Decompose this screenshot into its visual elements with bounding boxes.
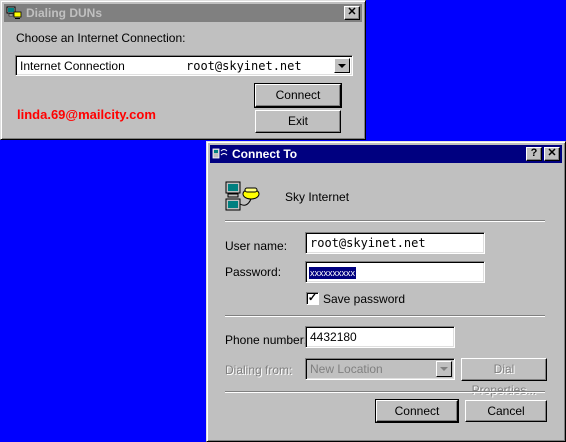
- connect-button[interactable]: Connect: [375, 399, 459, 423]
- dropdown-button[interactable]: [334, 58, 350, 73]
- close-icon: ✕: [547, 147, 557, 159]
- dial-properties-button[interactable]: Dial Properties...: [461, 358, 547, 397]
- connection-prompt: Choose an Internet Connection:: [16, 31, 186, 45]
- dialing-from-select[interactable]: New Location: [305, 358, 455, 380]
- exit-label: Exit: [287, 114, 308, 128]
- dialing-duns-titlebar[interactable]: Dialing DUNs ✕: [4, 4, 362, 22]
- email-address: linda.69@mailcity.com: [17, 107, 156, 122]
- window-title: Dialing DUNs: [26, 6, 103, 20]
- exit-button[interactable]: Exit: [255, 110, 341, 133]
- dialog-title: Connect To: [232, 147, 298, 161]
- dialing-from-label: Dialing from:: [225, 363, 293, 377]
- connect-to-dialog: Connect To ? ✕ Sky Internet User name: r…: [206, 141, 566, 442]
- username-label: User name:: [225, 239, 288, 253]
- password-field[interactable]: xxxxxxxxxx: [305, 261, 485, 283]
- help-icon: ?: [530, 147, 538, 159]
- close-button[interactable]: ✕: [544, 147, 560, 161]
- separator: [225, 391, 545, 393]
- separator: [225, 315, 545, 317]
- password-label: Password:: [225, 265, 282, 279]
- chevron-down-icon: [338, 63, 346, 68]
- connection-name: Internet Connection: [20, 59, 125, 73]
- dialup-computer-phone-icon: [225, 180, 261, 214]
- dialing-from-value: New Location: [310, 362, 383, 376]
- help-button[interactable]: ?: [526, 147, 542, 161]
- connection-select[interactable]: Internet Connection root@skyinet.net: [15, 55, 353, 76]
- connect-to-titlebar[interactable]: Connect To ? ✕: [210, 145, 562, 163]
- connection-name: Sky Internet: [285, 190, 350, 204]
- close-icon: ✕: [347, 6, 357, 18]
- connect-label: Connect: [394, 404, 440, 418]
- save-password-checkbox[interactable]: ✓: [306, 292, 319, 305]
- dialup-network-icon: [6, 6, 22, 20]
- dropdown-button[interactable]: [436, 361, 452, 377]
- phone-number-field[interactable]: 4432180: [305, 326, 455, 348]
- close-button[interactable]: ✕: [344, 6, 360, 20]
- connect-label: Connect: [275, 88, 321, 102]
- phone-number-label: Phone number:: [225, 333, 308, 347]
- chevron-down-icon: [440, 367, 448, 371]
- cancel-button[interactable]: Cancel: [465, 400, 547, 422]
- connection-account: root@skyinet.net: [186, 59, 302, 73]
- cancel-label: Cancel: [487, 404, 525, 418]
- connect-button[interactable]: Connect: [254, 83, 342, 108]
- checkmark-icon: ✓: [307, 292, 318, 304]
- dialing-duns-window: Dialing DUNs ✕ Choose an Internet Connec…: [0, 0, 366, 140]
- save-password-label[interactable]: Save password: [323, 292, 405, 306]
- separator: [225, 220, 545, 222]
- username-field[interactable]: root@skyinet.net: [305, 232, 485, 254]
- password-selection: xxxxxxxxxx: [309, 267, 356, 279]
- dialup-network-icon: [212, 147, 228, 161]
